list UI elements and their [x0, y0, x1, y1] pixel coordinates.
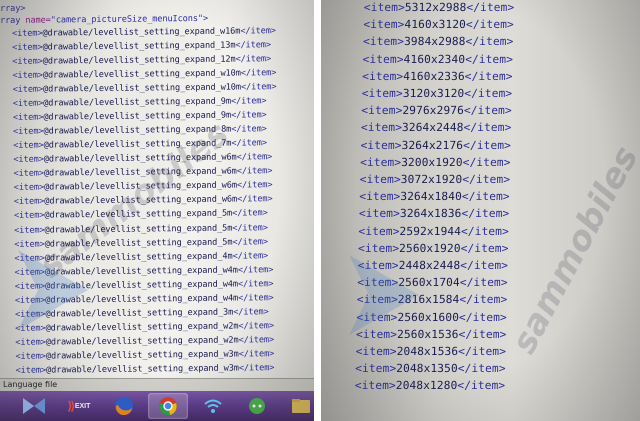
- resolution-item: <item>2048x1350</item>: [355, 362, 506, 376]
- resolution-item: <item>4160x2340</item>: [362, 52, 514, 66]
- photo-divider: [314, 0, 321, 421]
- resolution-list-view[interactable]: <item>5312x2988</item> <item>4160x3120</i…: [321, 0, 640, 421]
- resolution-item: <item>3264x1840</item>: [359, 190, 510, 204]
- xml-item-line: <item>@drawable/levellist_setting_expand…: [13, 152, 273, 166]
- resolution-item: <item>3072x1920</item>: [359, 173, 511, 186]
- exit-label: EXIT: [74, 402, 91, 410]
- resolution-item: <item>3984x2988</item>: [362, 35, 514, 49]
- resolution-item: <item>3200x1920</item>: [360, 155, 511, 169]
- windows-taskbar: ⟫ EXIT: [0, 391, 314, 421]
- resolution-item: <item>2048x1280</item>: [354, 379, 506, 393]
- xml-item-line: <item>@drawable/levellist_setting_expand…: [13, 124, 267, 138]
- status-text: Language file: [3, 380, 58, 389]
- exit-button[interactable]: ⟫ EXIT: [59, 393, 99, 419]
- xml-item-line: <item>@drawable/levellist_setting_expand…: [12, 82, 277, 95]
- xml-item-line: <item>@drawable/levellist_setting_expand…: [12, 110, 267, 123]
- wifi-icon[interactable]: [193, 393, 233, 419]
- xml-item-line: <item>@drawable/levellist_setting_expand…: [13, 194, 273, 208]
- xml-item-line: <item>@drawable/levellist_setting_expand…: [12, 25, 276, 39]
- firefox-icon[interactable]: [104, 393, 144, 419]
- resolution-item: <item>2976x2976</item>: [361, 104, 512, 118]
- resolution-item: <item>3120x3120</item>: [361, 87, 513, 100]
- xml-item-line: <item>@drawable/levellist_setting_expand…: [13, 180, 273, 194]
- xml-item-line: <item>@drawable/levellist_setting_expand…: [13, 166, 273, 180]
- xml-item-line: <item>@drawable/levellist_setting_expand…: [15, 363, 275, 376]
- left-photo-panel: rray> rray name="camera_pictureSize_menuI…: [0, 0, 314, 421]
- start-icon[interactable]: [14, 393, 54, 419]
- right-photo-panel: <item>5312x2988</item> <item>4160x3120</i…: [321, 0, 640, 421]
- xml-item-line: <item>@drawable/levellist_setting_expand…: [15, 349, 275, 362]
- resolution-item: <item>4160x3120</item>: [363, 18, 514, 32]
- xml-item-line: <item>@drawable/levellist_setting_expand…: [12, 68, 277, 81]
- resolution-item: <item>5312x2988</item>: [363, 1, 515, 14]
- watermark-logo-icon: [18, 250, 88, 330]
- xml-header-line: rray>: [0, 3, 26, 14]
- resolution-item: <item>3264x2448</item>: [360, 121, 512, 135]
- messenger-icon[interactable]: [237, 393, 277, 419]
- xml-item-line: <item>@drawable/levellist_setting_expand…: [12, 96, 267, 109]
- xml-item-line: <item>@drawable/levellist_setting_expand…: [12, 40, 271, 53]
- folder-icon[interactable]: [281, 393, 314, 419]
- xml-item-line: <item>@drawable/levellist_setting_expand…: [13, 138, 267, 152]
- xml-item-line: <item>@drawable/levellist_setting_expand…: [13, 208, 268, 222]
- editor-status-bar: Language file: [0, 378, 314, 391]
- watermark-logo-icon: [349, 255, 419, 335]
- resolution-item: <item>3264x2176</item>: [360, 138, 512, 152]
- resolution-item: <item>3264x1836</item>: [358, 207, 510, 221]
- chrome-icon[interactable]: [148, 393, 188, 419]
- xml-item-line: <item>@drawable/levellist_setting_expand…: [12, 54, 272, 67]
- resolution-item: <item>4160x2336</item>: [362, 69, 513, 83]
